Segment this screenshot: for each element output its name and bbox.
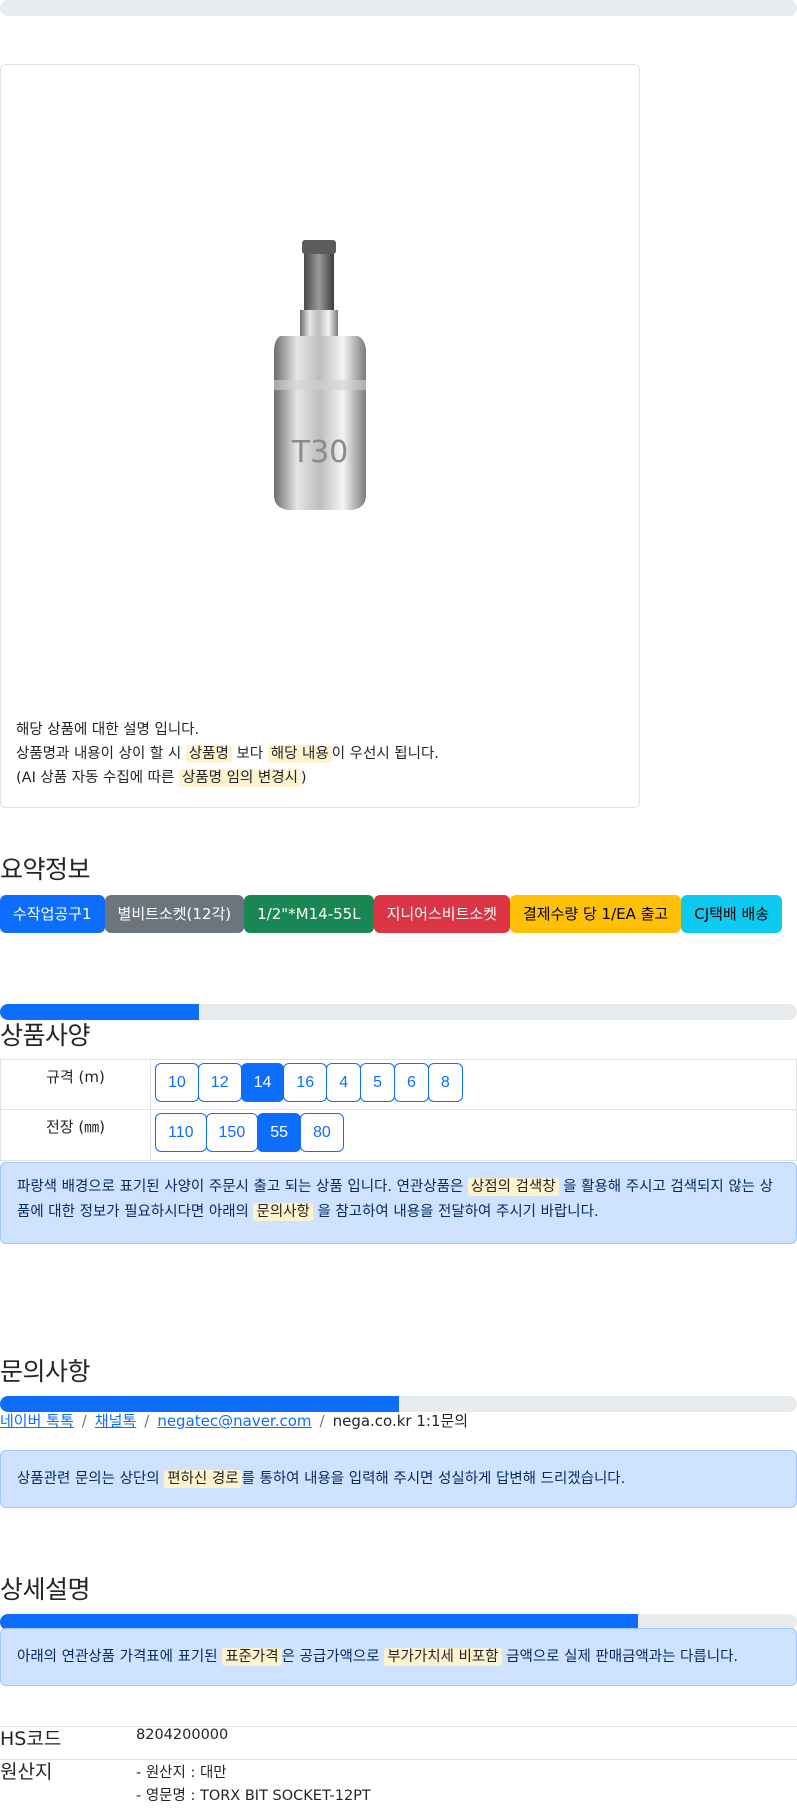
summary-badges: 수작업공구1 별비트소켓(12각) 1/2"*M14-55L 지니어스비트소켓 결제수량…	[0, 895, 783, 933]
spec-option-button[interactable]: 4	[326, 1063, 362, 1102]
socket-engraving: T30	[291, 435, 349, 470]
spec-row: 규격 (m) 10 12 14 16 4 5 6 8	[0, 1059, 797, 1110]
origin-label: 원산지	[0, 1761, 53, 1783]
specs-title: 상품사양	[0, 1021, 91, 1050]
spec-option-button[interactable]: 150	[205, 1113, 259, 1152]
spec-option-button[interactable]: 5	[360, 1063, 395, 1102]
spec-options: 110 150 55 80	[151, 1110, 797, 1160]
detail-title: 상세설명	[0, 1575, 91, 1604]
separator: /	[319, 1412, 325, 1430]
spec-option-button[interactable]: 10	[155, 1063, 199, 1102]
highlight-vat-excluded: 부가가치세 비포함	[384, 1648, 502, 1666]
top-progress-track	[0, 0, 797, 16]
spec-label: 전장 (㎜)	[0, 1110, 151, 1160]
info-divider	[0, 1759, 797, 1760]
spec-table: 규격 (m) 10 12 14 16 4 5 6 8 전장 (㎜) 110 150 55 80	[0, 1059, 797, 1161]
product-description: 해당 상품에 대한 설명 입니다. 상품명과 내용이 상이 할 시 상품명 보다…	[16, 718, 626, 790]
highlight-standard-price: 표준가격	[222, 1648, 282, 1666]
inquiry-title: 문의사항	[0, 1357, 91, 1386]
spec-option-button[interactable]: 12	[197, 1063, 242, 1102]
spec-row: 전장 (㎜) 110 150 55 80	[0, 1110, 797, 1161]
spec-option-button[interactable]: 6	[394, 1063, 429, 1102]
highlight-search-box: 상점의 검색창	[467, 1178, 559, 1196]
origin-english-name: - 영문명 : TORX BIT SOCKET-12PT	[136, 1788, 371, 1804]
product-image: T30	[274, 240, 366, 510]
info-divider	[0, 1726, 797, 1727]
spec-notice: 파랑색 배경으로 표기된 사양이 주문시 출고 되는 상품 입니다. 연관상품은…	[0, 1162, 797, 1244]
highlight-name-change: 상품명 임의 변경시	[178, 769, 301, 787]
email-link[interactable]: negatec@naver.com	[157, 1412, 311, 1430]
desc-line-3: (AI 상품 자동 수집에 따른 상품명 임의 변경시)	[16, 769, 307, 787]
desc-line-1: 해당 상품에 대한 설명 입니다.	[16, 722, 200, 738]
detail-notice: 아래의 연관상품 가격표에 표기된 표준가격 은 공급가액으로 부가가치세 비포함…	[0, 1628, 797, 1686]
spec-option-button[interactable]: 55	[257, 1113, 302, 1152]
spec-option-button[interactable]: 110	[155, 1113, 207, 1152]
contact-links: 네이버 톡톡 / 채널톡 / negatec@naver.com / nega.co.kr …	[0, 1410, 468, 1431]
hs-code-value: 8204200000	[136, 1727, 229, 1743]
summary-title: 요약정보	[0, 855, 91, 884]
channel-talk-link[interactable]: 채널톡	[95, 1412, 136, 1430]
highlight-preferred-route: 편하신 경로	[164, 1470, 242, 1488]
spec-option-button[interactable]: 80	[300, 1113, 344, 1152]
summary-progress	[0, 1004, 797, 1020]
origin-country: - 원산지 : 대만	[136, 1765, 227, 1781]
summary-badge: 1/2"*M14-55L	[244, 895, 374, 933]
summary-badge: 지니어스비트소켓	[373, 895, 510, 933]
separator: /	[81, 1412, 87, 1430]
hs-code-label: HS코드	[0, 1728, 62, 1750]
spec-label: 규격 (m)	[0, 1060, 151, 1109]
summary-badge: CJ택배 배송	[681, 895, 783, 933]
highlight-product-name: 상품명	[185, 745, 232, 763]
spec-option-button[interactable]: 16	[283, 1063, 328, 1102]
spec-option-button[interactable]: 8	[427, 1063, 463, 1102]
summary-badge: 별비트소켓(12각)	[104, 895, 245, 933]
one-to-one-inquiry: nega.co.kr 1:1문의	[332, 1412, 469, 1430]
spec-option-button[interactable]: 14	[240, 1063, 285, 1102]
highlight-inquiry: 문의사항	[253, 1203, 313, 1221]
inquiry-notice: 상품관련 문의는 상단의 편하신 경로 를 통하여 내용을 입력해 주시면 성실하…	[0, 1450, 797, 1508]
naver-talk-link[interactable]: 네이버 톡톡	[0, 1412, 74, 1430]
separator: /	[144, 1412, 150, 1430]
desc-line-2: 상품명과 내용이 상이 할 시 상품명 보다 해당 내용 이 우선시 됩니다.	[16, 745, 439, 763]
summary-badge: 결제수량 당 1/EA 출고	[509, 895, 682, 933]
highlight-content: 해당 내용	[267, 745, 332, 763]
summary-badge: 수작업공구1	[0, 895, 105, 933]
spec-options: 10 12 14 16 4 5 6 8	[151, 1060, 797, 1109]
